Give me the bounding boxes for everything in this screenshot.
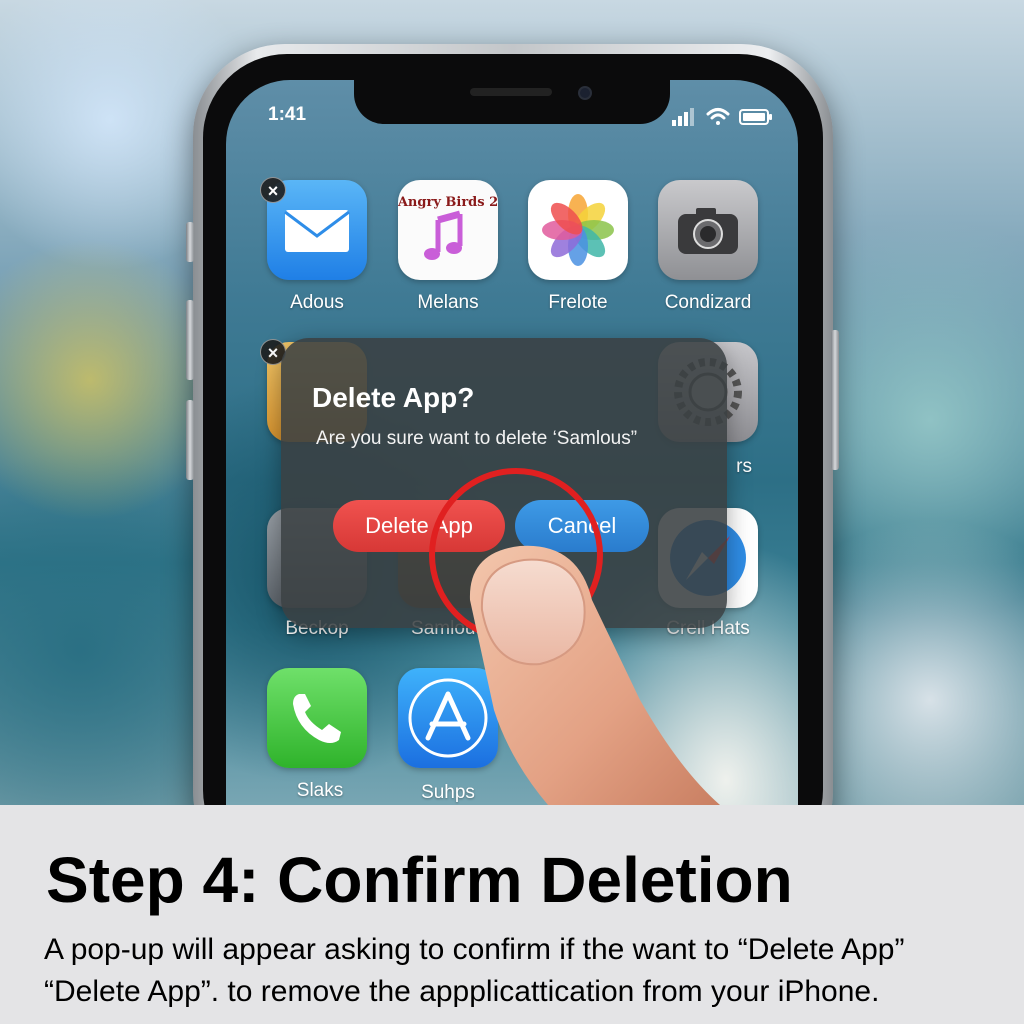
music-icon: Angry Birds 2 — [397, 195, 498, 260]
app-label: Slaks — [296, 780, 344, 801]
cancel-button[interactable]: Cancel — [515, 500, 649, 552]
delete-badge-icon[interactable]: × — [260, 177, 286, 203]
status-time: 1:41 — [268, 104, 307, 125]
camera-icon — [678, 208, 738, 254]
app-label: Suhps — [421, 782, 475, 803]
phone-icon — [293, 694, 341, 743]
photos-icon — [542, 194, 614, 266]
signal-icon — [672, 108, 694, 126]
battery-icon — [739, 109, 772, 125]
notch — [354, 78, 670, 124]
app-label: Adous — [290, 292, 344, 313]
front-camera — [578, 86, 592, 100]
delete-app-button[interactable]: Delete App — [333, 500, 505, 552]
dialog-title: Delete App? — [312, 382, 475, 413]
app-icon-app-store[interactable] — [398, 668, 498, 768]
app-label: Condizard — [664, 292, 752, 313]
volume-up-button — [186, 300, 194, 380]
angry-birds-logo-text: Angry Birds 2 — [398, 195, 498, 210]
mute-switch — [186, 222, 194, 262]
power-button — [831, 330, 839, 470]
app-store-icon — [408, 678, 488, 758]
status-icons — [672, 108, 772, 126]
dialog-message: Are you sure want to delete ‘Samlous” — [316, 428, 638, 449]
app-label: Melans — [417, 292, 479, 313]
app-icon-camera[interactable] — [658, 180, 758, 280]
caption-panel: Step 4: Confirm Deletion A pop-up will a… — [0, 805, 1024, 1024]
step-title: Step 4: Confirm Deletion — [46, 844, 793, 916]
earpiece-speaker — [470, 88, 552, 96]
wifi-icon — [706, 108, 730, 125]
app-label: Frelote — [548, 292, 608, 313]
volume-down-button — [186, 400, 194, 480]
app-icon-phone[interactable] — [267, 668, 367, 768]
app-icon-photos[interactable] — [528, 180, 628, 280]
step-description: A pop-up will appear asking to confirm i… — [44, 933, 905, 1008]
app-icon-music[interactable]: Angry Birds 2 — [397, 180, 498, 280]
delete-app-dialog: Delete App? Are you sure want to delete … — [281, 338, 727, 628]
